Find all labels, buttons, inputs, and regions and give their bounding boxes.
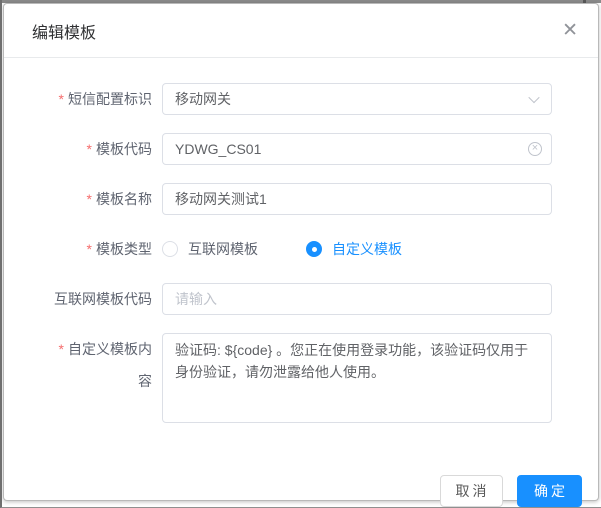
internet-code-label: 互联网模板代码	[54, 291, 152, 307]
radio-internet-template[interactable]: 互联网模板	[162, 239, 258, 259]
dialog-footer: 取消 确定	[4, 441, 598, 507]
form-row-internet-code: 互联网模板代码	[4, 283, 598, 315]
edit-template-dialog: 编辑模板 ✕ *短信配置标识 移动网关 *模板代码 ×	[3, 3, 599, 507]
clear-circle-icon[interactable]: ×	[528, 142, 542, 156]
required-mark: *	[86, 141, 92, 157]
form-row-custom-content: * 自定义模板内容 验证码: ${code} 。您正在使用登录功能，该验证码仅用于…	[4, 333, 598, 423]
template-code-input[interactable]	[162, 133, 552, 165]
form-row-template-name: * 模板名称	[4, 183, 598, 215]
close-icon[interactable]: ✕	[560, 19, 580, 42]
internet-code-input[interactable]	[162, 283, 552, 315]
required-mark: *	[86, 241, 92, 257]
sms-config-label: * 短信配置标识	[58, 91, 152, 107]
required-mark: *	[86, 191, 92, 207]
dialog-title: 编辑模板	[32, 24, 97, 42]
confirm-button[interactable]: 确定	[517, 475, 582, 507]
template-code-label: * 模板代码	[86, 141, 152, 157]
radio-custom-label: 自定义模板	[332, 241, 402, 257]
form-row-sms-config: * 短信配置标识 移动网关	[4, 83, 598, 115]
radio-selected-icon	[306, 241, 322, 257]
sms-config-select[interactable]: 移动网关	[162, 83, 552, 115]
radio-custom-template[interactable]: 自定义模板	[294, 239, 432, 259]
required-mark: *	[58, 341, 64, 357]
custom-content-label: * 自定义模板内容	[58, 341, 152, 389]
template-name-label: * 模板名称	[86, 191, 152, 207]
dialog-header: 编辑模板 ✕	[4, 4, 598, 58]
required-mark: *	[58, 91, 64, 107]
sms-config-selected-value: 移动网关	[175, 91, 231, 107]
screen: 编辑模板 ✕ *短信配置标识 移动网关 *模板代码 ×	[0, 0, 601, 508]
dialog-body: *短信配置标识 移动网关 *模板代码 × *模板名称	[4, 58, 598, 441]
radio-unselected-icon	[162, 241, 178, 257]
form-row-template-code: *模板代码 ×	[4, 133, 598, 165]
template-name-input[interactable]	[162, 183, 552, 215]
radio-internet-label: 互联网模板	[188, 241, 258, 257]
template-type-radio-group: 互联网模板 自定义模板	[162, 233, 552, 265]
custom-content-textarea[interactable]: 验证码: ${code} 。您正在使用登录功能，该验证码仅用于身份验证，请勿泄露…	[162, 333, 552, 423]
form-row-template-type: * 模板类型 互联网模板 自定义模板	[4, 233, 598, 265]
template-type-label: * 模板类型	[86, 241, 152, 257]
cancel-button[interactable]: 取消	[439, 475, 503, 507]
